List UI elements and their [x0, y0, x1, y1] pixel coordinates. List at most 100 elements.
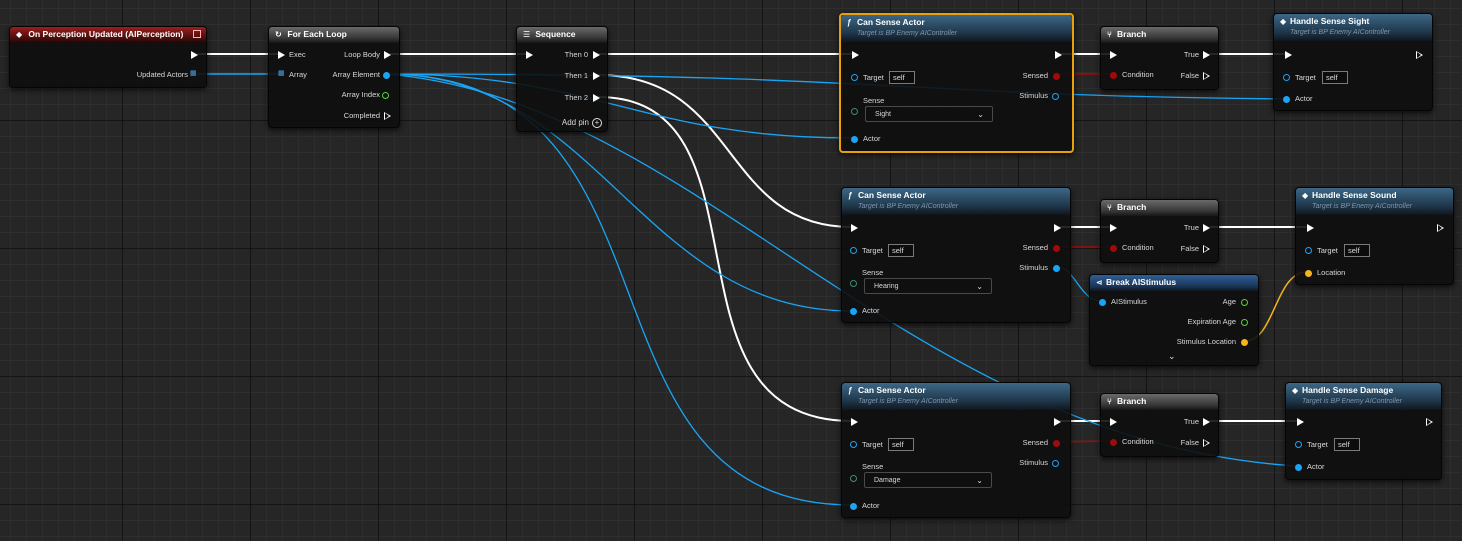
- completed-exec-pin[interactable]: [384, 112, 391, 120]
- age-pin[interactable]: [1241, 299, 1248, 306]
- branch-node-sight[interactable]: ⑂ Branch Condition True False: [1100, 26, 1219, 90]
- break-ai-stimulus-node[interactable]: ⋖ Break AIStimulus AIStimulus Age Expirat…: [1089, 274, 1259, 366]
- exec-in-pin[interactable]: [852, 51, 859, 59]
- exec-in-pin[interactable]: [1110, 51, 1117, 59]
- stimulus-location-pin[interactable]: [1241, 339, 1248, 346]
- for-each-loop-header[interactable]: ↻ For Each Loop: [269, 27, 399, 43]
- exec-out-pin[interactable]: [191, 51, 198, 59]
- array-element-pin[interactable]: [383, 72, 390, 79]
- condition-pin[interactable]: [1110, 72, 1117, 79]
- stimulus-pin[interactable]: [1053, 265, 1060, 272]
- sense-pin[interactable]: [851, 108, 858, 115]
- self-field[interactable]: self: [1334, 438, 1360, 451]
- can-sense-actor-node-hearing[interactable]: ƒ Can Sense Actor Target is BP Enemy AICo…: [841, 187, 1071, 323]
- exec-out-pin[interactable]: [1054, 418, 1061, 426]
- handle-sense-sound-header[interactable]: ◆ Handle Sense Sound Target is BP Enemy A…: [1296, 188, 1453, 215]
- exec-in-pin[interactable]: [1307, 224, 1314, 232]
- actor-pin[interactable]: [1295, 464, 1302, 471]
- delegate-pin-icon[interactable]: [193, 30, 201, 38]
- exec-in-pin[interactable]: [526, 51, 533, 59]
- then-2-exec-pin[interactable]: [593, 94, 600, 102]
- exec-in-pin[interactable]: [278, 51, 285, 59]
- break-ai-stimulus-header[interactable]: ⋖ Break AIStimulus: [1090, 275, 1258, 291]
- handle-sense-sight-header[interactable]: ◆ Handle Sense Sight Target is BP Enemy A…: [1274, 14, 1432, 41]
- false-exec-pin[interactable]: [1203, 72, 1210, 80]
- for-each-loop-node[interactable]: ↻ For Each Loop Exec ▦ Array Loop Body A…: [268, 26, 400, 128]
- self-field[interactable]: self: [888, 244, 914, 257]
- actor-pin[interactable]: [850, 308, 857, 315]
- exec-out-pin[interactable]: [1416, 51, 1423, 59]
- target-pin[interactable]: [1305, 247, 1312, 254]
- target-pin[interactable]: [851, 74, 858, 81]
- target-pin[interactable]: [1283, 74, 1290, 81]
- can-sense-actor-node-sight[interactable]: ƒ Can Sense Actor Target is BP Enemy AICo…: [839, 13, 1074, 153]
- true-exec-pin[interactable]: [1203, 224, 1210, 232]
- expand-pins-button[interactable]: ⌄: [1168, 350, 1176, 362]
- actor-pin[interactable]: [850, 503, 857, 510]
- expiration-age-pin[interactable]: [1241, 319, 1248, 326]
- self-field[interactable]: self: [1322, 71, 1348, 84]
- sensed-pin[interactable]: [1053, 73, 1060, 80]
- exec-out-pin[interactable]: [1426, 418, 1433, 426]
- then-1-exec-pin[interactable]: [593, 72, 600, 80]
- sense-dropdown[interactable]: Damage ⌄: [864, 472, 992, 488]
- target-pin[interactable]: [850, 247, 857, 254]
- actor-pin[interactable]: [1283, 96, 1290, 103]
- can-sense-actor-title: Can Sense Actor: [858, 190, 926, 200]
- exec-in-pin[interactable]: [851, 418, 858, 426]
- array-pin-icon[interactable]: ▦: [190, 69, 197, 77]
- sense-pin[interactable]: [850, 475, 857, 482]
- target-pin[interactable]: [850, 441, 857, 448]
- handle-sense-damage-header[interactable]: ◆ Handle Sense Damage Target is BP Enemy …: [1286, 383, 1441, 410]
- actor-pin[interactable]: [851, 136, 858, 143]
- exec-out-pin[interactable]: [1437, 224, 1444, 232]
- exec-in-pin[interactable]: [1297, 418, 1304, 426]
- sense-pin[interactable]: [850, 280, 857, 287]
- self-field[interactable]: self: [889, 71, 915, 84]
- stimulus-pin[interactable]: [1052, 93, 1059, 100]
- loop-body-exec-pin[interactable]: [384, 51, 391, 59]
- add-pin-button[interactable]: Add pin +: [562, 117, 602, 129]
- target-pin[interactable]: [1295, 441, 1302, 448]
- handle-sense-sight-node[interactable]: ◆ Handle Sense Sight Target is BP Enemy A…: [1273, 13, 1433, 111]
- can-sense-actor-header[interactable]: ƒ Can Sense Actor Target is BP Enemy AICo…: [841, 15, 1072, 42]
- exec-in-pin[interactable]: [1110, 224, 1117, 232]
- handle-sense-damage-node[interactable]: ◆ Handle Sense Damage Target is BP Enemy …: [1285, 382, 1442, 480]
- sense-dropdown[interactable]: Sight ⌄: [865, 106, 993, 122]
- true-exec-pin[interactable]: [1203, 418, 1210, 426]
- sensed-pin[interactable]: [1053, 245, 1060, 252]
- sequence-node[interactable]: ☰ Sequence Then 0 Then 1 Then 2 Add pin +: [516, 26, 608, 132]
- false-exec-pin[interactable]: [1203, 439, 1210, 447]
- branch-header[interactable]: ⑂ Branch: [1101, 394, 1218, 410]
- can-sense-actor-node-damage[interactable]: ƒ Can Sense Actor Target is BP Enemy AICo…: [841, 382, 1071, 518]
- exec-out-pin[interactable]: [1054, 224, 1061, 232]
- can-sense-actor-header[interactable]: ƒ Can Sense Actor Target is BP Enemy AICo…: [842, 188, 1070, 215]
- event-node-on-perception-updated[interactable]: ◆ On Perception Updated (AIPerception) U…: [9, 26, 207, 88]
- array-in-pin-icon[interactable]: ▦: [278, 69, 285, 77]
- false-exec-pin[interactable]: [1203, 245, 1210, 253]
- then-0-exec-pin[interactable]: [593, 51, 600, 59]
- branch-node-damage[interactable]: ⑂ Branch Condition True False: [1100, 393, 1219, 457]
- sensed-pin[interactable]: [1053, 440, 1060, 447]
- sequence-header[interactable]: ☰ Sequence: [517, 27, 607, 43]
- condition-pin[interactable]: [1110, 245, 1117, 252]
- stimulus-pin[interactable]: [1052, 460, 1059, 467]
- handle-sense-sound-node[interactable]: ◆ Handle Sense Sound Target is BP Enemy A…: [1295, 187, 1454, 285]
- array-index-pin[interactable]: [382, 92, 389, 99]
- condition-pin[interactable]: [1110, 439, 1117, 446]
- exec-in-pin[interactable]: [1285, 51, 1292, 59]
- branch-node-sound[interactable]: ⑂ Branch Condition True False: [1100, 199, 1219, 263]
- location-pin[interactable]: [1305, 270, 1312, 277]
- self-field[interactable]: self: [1344, 244, 1370, 257]
- true-exec-pin[interactable]: [1203, 51, 1210, 59]
- exec-out-pin[interactable]: [1055, 51, 1062, 59]
- exec-in-pin[interactable]: [1110, 418, 1117, 426]
- can-sense-actor-header[interactable]: ƒ Can Sense Actor Target is BP Enemy AICo…: [842, 383, 1070, 410]
- self-field[interactable]: self: [888, 438, 914, 451]
- branch-header[interactable]: ⑂ Branch: [1101, 200, 1218, 216]
- event-node-header[interactable]: ◆ On Perception Updated (AIPerception): [10, 27, 206, 43]
- ai-stimulus-pin[interactable]: [1099, 299, 1106, 306]
- sense-dropdown[interactable]: Hearing ⌄: [864, 278, 992, 294]
- exec-in-pin[interactable]: [851, 224, 858, 232]
- branch-header[interactable]: ⑂ Branch: [1101, 27, 1218, 43]
